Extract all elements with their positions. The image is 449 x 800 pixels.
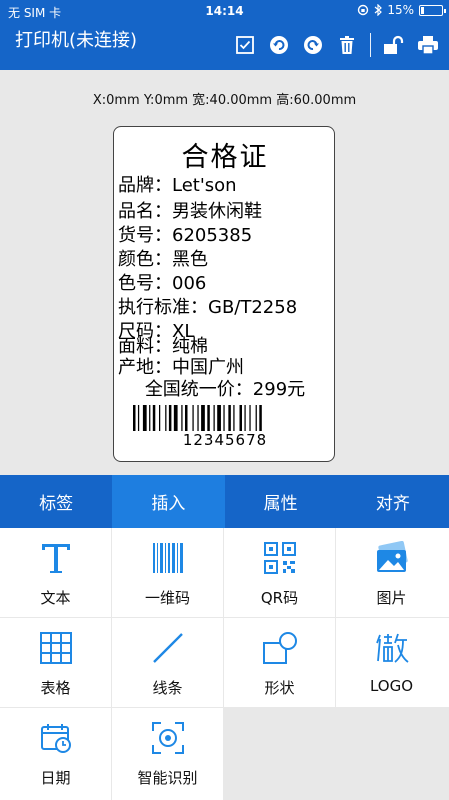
barcode-number: 12345678	[182, 431, 268, 449]
battery-icon	[419, 4, 446, 16]
label-line-color[interactable]: 颜色：黑色	[118, 245, 208, 271]
insert-panel: 文本 一维码 QR码 图片 表格 线条 形状 LOGO 日期 智能识别	[0, 528, 449, 800]
insert-text-label: 文本	[40, 589, 71, 607]
insert-date-button[interactable]: 日期	[0, 708, 111, 800]
insert-smart-scan-label: 智能识别	[137, 769, 198, 787]
insert-text-button[interactable]: 文本	[0, 528, 111, 617]
lock-button[interactable]	[383, 34, 405, 56]
barcode-bar	[185, 405, 188, 431]
label-line-brand[interactable]: 品牌：Let'son	[118, 171, 237, 197]
barcode-bar	[255, 405, 257, 431]
barcode-bar	[201, 405, 205, 431]
barcode-icon	[152, 543, 183, 573]
text-icon	[41, 544, 70, 573]
insert-table-button[interactable]: 表格	[0, 618, 111, 707]
insert-table-label: 表格	[40, 679, 71, 697]
barcode-bar	[168, 405, 172, 431]
shape-icon	[262, 632, 297, 664]
qrcode-icon	[263, 542, 296, 574]
tab-insert[interactable]: 插入	[112, 475, 225, 528]
insert-smart-scan-button[interactable]: 智能识别	[112, 708, 223, 800]
insert-qrcode-button[interactable]: QR码	[224, 528, 335, 617]
bluetooth-icon	[374, 4, 383, 16]
barcode-bar	[217, 405, 221, 431]
barcode-bar	[244, 405, 246, 431]
label-line-standard[interactable]: 执行标准：GB/T2258	[118, 293, 297, 319]
label-line-color-code[interactable]: 色号：006	[118, 269, 206, 295]
insert-image-button[interactable]: 图片	[336, 528, 449, 617]
tab-bar: 标签 插入 属性 对齐	[0, 475, 449, 528]
logo-icon	[375, 633, 409, 663]
status-right: 15%	[357, 3, 446, 17]
barcode-bar	[149, 405, 151, 431]
barcode-bar	[137, 405, 140, 431]
select-checkbox-button[interactable]	[234, 34, 256, 56]
redo-button[interactable]	[302, 34, 324, 56]
label-dimensions: X:0mm Y:0mm 宽:40.00mm 高:60.00mm	[92, 93, 357, 108]
label-title[interactable]: 合格证	[114, 135, 336, 174]
printer-icon	[418, 36, 438, 55]
status-bar: 无 SIM 卡 14:14 15%	[0, 0, 449, 22]
barcode-bar	[223, 405, 225, 431]
insert-qrcode-label: QR码	[260, 589, 299, 607]
barcode-bar	[239, 405, 242, 431]
insert-line-label: 线条	[152, 679, 183, 697]
barcode-bar	[165, 405, 167, 431]
undo-icon	[270, 36, 288, 54]
insert-line-button[interactable]: 线条	[112, 618, 223, 707]
insert-image-label: 图片	[376, 589, 407, 607]
barcode-bar	[133, 405, 136, 431]
image-icon	[376, 541, 408, 572]
rotation-lock-icon	[358, 4, 369, 16]
label-line-sku[interactable]: 货号：6205385	[118, 221, 252, 247]
unlock-icon	[384, 35, 404, 54]
table-icon	[39, 632, 72, 664]
barcode-bar	[197, 405, 199, 431]
barcode-bar	[159, 405, 161, 431]
undo-button[interactable]	[268, 34, 290, 56]
scan-icon	[151, 722, 184, 754]
barcode-bar	[249, 405, 251, 431]
barcode-bar	[152, 405, 156, 431]
toolbar-divider	[370, 33, 371, 57]
tab-align[interactable]: 对齐	[337, 475, 449, 528]
insert-date-label: 日期	[40, 769, 71, 787]
barcode-bar	[228, 405, 231, 431]
app-header: 无 SIM 卡 14:14 15% 打印机(未连接)	[0, 0, 449, 70]
barcode-bar	[192, 405, 194, 431]
barcode-bar	[233, 405, 235, 431]
tab-properties[interactable]: 属性	[225, 475, 337, 528]
trash-icon	[340, 36, 354, 54]
insert-barcode-button[interactable]: 一维码	[112, 528, 223, 617]
battery-percent: 15%	[387, 3, 414, 17]
checkbox-icon	[236, 36, 254, 54]
label-preview[interactable]: 合格证 品牌：Let'son 品名：男装休闲鞋 货号：6205385 颜色：黑色…	[113, 126, 335, 462]
insert-logo-button[interactable]: LOGO	[336, 618, 449, 707]
insert-logo-label: LOGO	[369, 677, 414, 695]
barcode-bar	[142, 405, 147, 431]
print-button[interactable]	[417, 34, 439, 56]
barcode-bar	[207, 405, 210, 431]
label-line-product[interactable]: 品名：男装休闲鞋	[118, 197, 262, 223]
barcode-bar	[173, 405, 178, 431]
line-icon	[152, 633, 183, 663]
insert-shape-label: 形状	[264, 679, 295, 697]
tab-label[interactable]: 标签	[0, 475, 112, 528]
insert-shape-button[interactable]: 形状	[224, 618, 335, 707]
barcode-bar	[213, 405, 215, 431]
label-barcode[interactable]	[133, 405, 313, 431]
barcode-bar	[181, 405, 183, 431]
delete-button[interactable]	[336, 34, 358, 56]
barcode-bar	[259, 405, 262, 431]
redo-icon	[304, 36, 322, 54]
label-price[interactable]: 全国统一价：299元	[114, 375, 336, 401]
toolbar	[222, 33, 439, 57]
page-title: 打印机(未连接)	[15, 30, 138, 51]
insert-barcode-label: 一维码	[144, 589, 190, 607]
calendar-icon	[40, 724, 71, 753]
